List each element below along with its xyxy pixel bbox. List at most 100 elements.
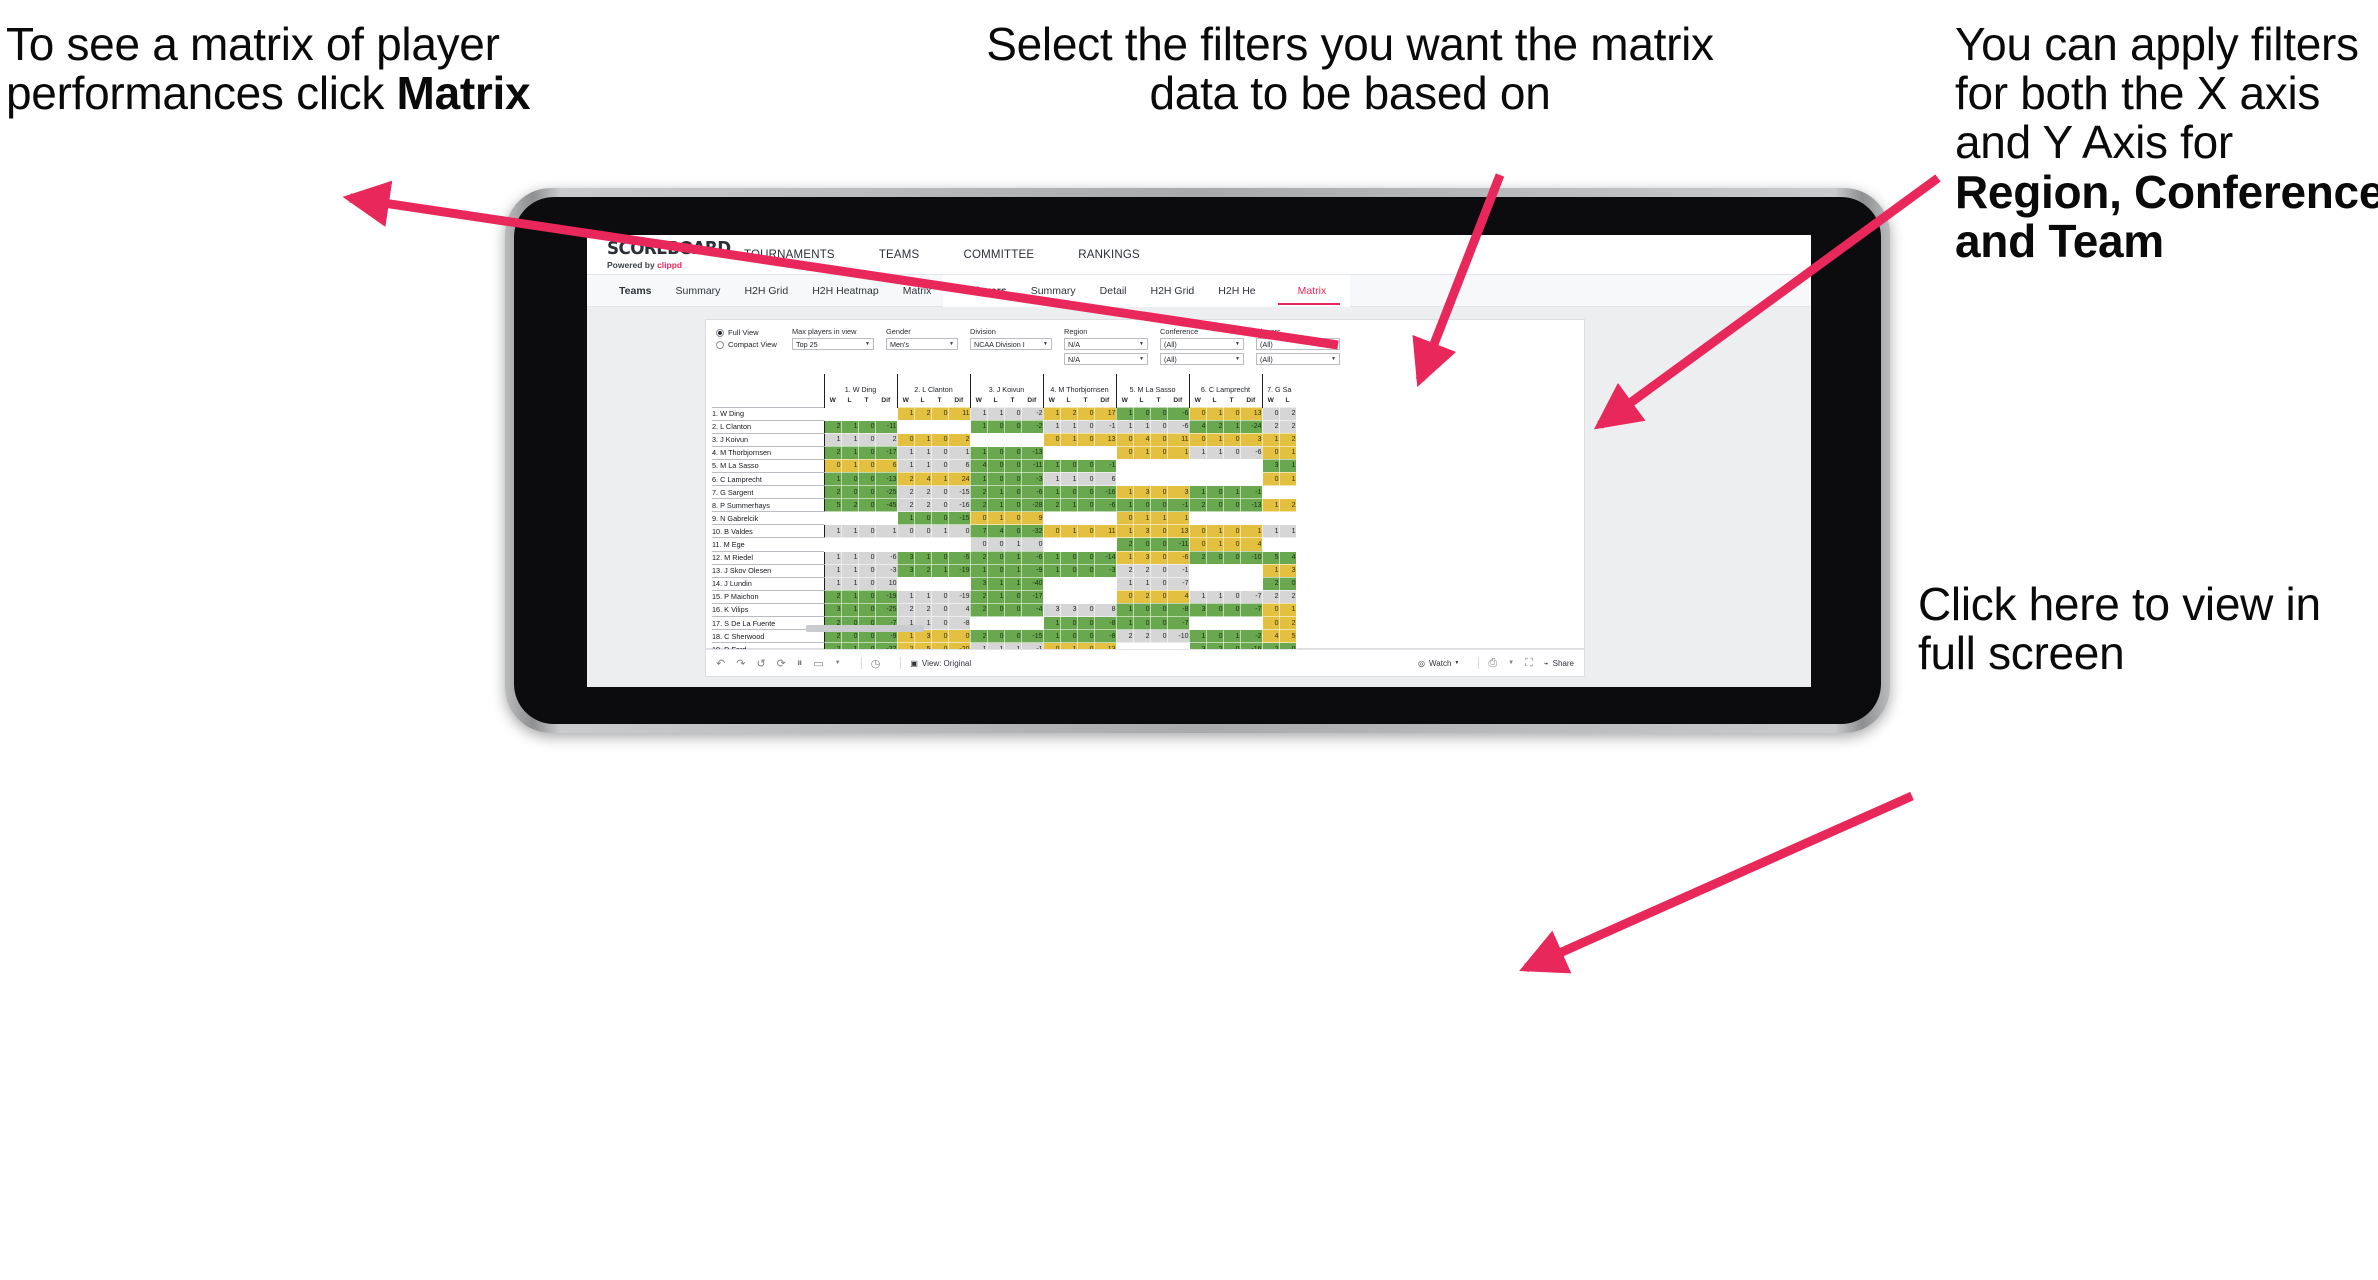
- matrix-cell[interactable]: 0: [1076, 406, 1095, 421]
- matrix-cell[interactable]: 0: [1076, 419, 1095, 434]
- matrix-cell[interactable]: 1: [823, 524, 842, 539]
- matrix-cell[interactable]: [1205, 458, 1224, 473]
- matrix-cell[interactable]: [1115, 471, 1134, 487]
- matrix-row[interactable]: 17. S De La Fuente 2 0 0 -7 1 1 0 -8 1 0 0 -8 1 0 0 -7 0 2: [712, 615, 1297, 631]
- matrix-cell[interactable]: 1: [986, 511, 1005, 526]
- matrix-cell[interactable]: [947, 419, 971, 434]
- clock-history-icon[interactable]: ◷: [871, 657, 881, 670]
- matrix-cell[interactable]: 1: [1042, 406, 1061, 421]
- matrix-cell[interactable]: 1: [1003, 576, 1022, 591]
- tab-teams-summary[interactable]: Summary: [664, 275, 733, 307]
- matrix-cell[interactable]: 1: [896, 406, 915, 421]
- matrix-cell[interactable]: 1: [986, 576, 1005, 591]
- matrix-cell[interactable]: 1: [1205, 537, 1224, 552]
- matrix-cell[interactable]: 0: [1003, 471, 1022, 487]
- matrix-cell[interactable]: -24: [1239, 419, 1263, 434]
- undo-icon[interactable]: ↶: [716, 657, 725, 670]
- matrix-cell[interactable]: 0: [1149, 445, 1168, 460]
- matrix-cell[interactable]: 0: [930, 615, 949, 631]
- matrix-cell[interactable]: 10: [874, 576, 898, 591]
- matrix-cell[interactable]: [823, 406, 842, 421]
- matrix-cell[interactable]: 0: [1020, 537, 1044, 552]
- matrix-cell[interactable]: [1295, 537, 1298, 552]
- matrix-cell[interactable]: 1: [840, 576, 859, 591]
- matrix-cell[interactable]: 0: [1003, 419, 1022, 434]
- matrix-cell[interactable]: 1: [969, 563, 988, 578]
- matrix-cell[interactable]: 0: [1115, 511, 1134, 526]
- matrix-cell[interactable]: 1: [913, 550, 932, 565]
- matrix-cell[interactable]: 0: [1222, 524, 1241, 539]
- watch-button[interactable]: ◎ Watch ▼: [1418, 659, 1459, 668]
- matrix-cell[interactable]: 1: [1059, 419, 1078, 434]
- matrix-cell[interactable]: 0: [1149, 550, 1168, 565]
- matrix-cell[interactable]: -40: [1020, 576, 1044, 591]
- matrix-cell[interactable]: [1188, 615, 1207, 631]
- matrix-cell[interactable]: 1: [840, 524, 859, 539]
- matrix-cell[interactable]: 0: [986, 537, 1005, 552]
- matrix-cell[interactable]: -9: [1020, 563, 1044, 578]
- matrix-cell[interactable]: 0: [896, 432, 915, 447]
- matrix-cell[interactable]: 4: [913, 471, 932, 487]
- dropdown-gender[interactable]: Men's ▼: [886, 338, 958, 350]
- matrix-cell[interactable]: 0: [1042, 432, 1061, 447]
- matrix-cell[interactable]: 2: [1115, 537, 1134, 552]
- matrix-cell[interactable]: -3: [874, 563, 898, 578]
- matrix-cell[interactable]: 2: [896, 498, 915, 513]
- matrix-cell[interactable]: [1042, 511, 1061, 526]
- matrix-cell[interactable]: 0: [857, 550, 876, 565]
- matrix-cell[interactable]: -3: [1093, 563, 1117, 578]
- matrix-cell[interactable]: 0: [1205, 485, 1224, 500]
- matrix-cell[interactable]: [1132, 458, 1151, 473]
- view-original-button[interactable]: ▣ View: Original: [910, 659, 971, 668]
- matrix-cell[interactable]: 2: [823, 589, 842, 604]
- matrix-cell[interactable]: 0: [1003, 498, 1022, 513]
- matrix-cell[interactable]: -19: [947, 589, 971, 604]
- matrix-cell[interactable]: 1: [823, 563, 842, 578]
- matrix-cell[interactable]: [874, 537, 898, 552]
- matrix-cell[interactable]: 1: [1149, 511, 1168, 526]
- tab-teams-h2h-grid[interactable]: H2H Grid: [732, 275, 800, 307]
- matrix-cell[interactable]: 0: [1003, 485, 1022, 500]
- matrix-cell[interactable]: [1205, 563, 1224, 578]
- matrix-cell[interactable]: 1: [840, 589, 859, 604]
- matrix-cell[interactable]: -32: [1020, 524, 1044, 539]
- matrix-cell[interactable]: [896, 537, 915, 552]
- matrix-cell[interactable]: 2: [1278, 432, 1297, 447]
- matrix-cell[interactable]: 0: [1115, 589, 1134, 604]
- matrix-cell[interactable]: [1222, 576, 1241, 591]
- matrix-cell[interactable]: [930, 537, 949, 552]
- horizontal-scrollbar-thumb[interactable]: [806, 625, 924, 632]
- matrix-cell[interactable]: [1042, 589, 1061, 604]
- matrix-cell[interactable]: 1: [1132, 445, 1151, 460]
- matrix-cell[interactable]: [1239, 511, 1263, 526]
- matrix-cell[interactable]: 3: [1132, 550, 1151, 565]
- matrix-cell[interactable]: 1: [913, 445, 932, 460]
- matrix-cell[interactable]: 2: [1261, 589, 1280, 604]
- matrix-cell[interactable]: 1: [1059, 498, 1078, 513]
- matrix-cell[interactable]: 4: [1132, 432, 1151, 447]
- matrix-cell[interactable]: -15: [947, 511, 971, 526]
- matrix-cell[interactable]: 0: [930, 485, 949, 500]
- matrix-cell[interactable]: 3: [1132, 524, 1151, 539]
- matrix-row[interactable]: 4. M Thorbjornsen 2 1 0 -17 1 1 0 1 1 0 0 -13 0 1 0 1 1 1 0…: [712, 445, 1297, 460]
- matrix-cell[interactable]: 1: [1239, 524, 1263, 539]
- matrix-cell[interactable]: 11: [947, 406, 971, 421]
- tab-teams-matrix[interactable]: Matrix: [891, 275, 944, 307]
- matrix-cell[interactable]: 0: [930, 498, 949, 513]
- matrix-cell[interactable]: 3: [1059, 602, 1078, 618]
- matrix-cell[interactable]: [1003, 432, 1022, 447]
- matrix-cell[interactable]: [930, 419, 949, 434]
- matrix-cell[interactable]: 4: [1278, 550, 1297, 565]
- matrix-cell[interactable]: 2: [1042, 498, 1061, 513]
- matrix-cell[interactable]: [1059, 576, 1078, 591]
- matrix-cell[interactable]: [1205, 471, 1224, 487]
- matrix-cell[interactable]: 1: [1278, 458, 1297, 473]
- matrix-cell[interactable]: 0: [1222, 445, 1241, 460]
- matrix-cell[interactable]: 0: [1132, 615, 1151, 631]
- matrix-cell[interactable]: 0: [1149, 406, 1168, 421]
- matrix-cell[interactable]: 4: [1188, 419, 1207, 434]
- matrix-cell[interactable]: 0: [840, 471, 859, 487]
- matrix-cell[interactable]: 3: [1042, 602, 1061, 618]
- matrix-cell[interactable]: 0: [1003, 458, 1022, 473]
- matrix-cell[interactable]: 1: [874, 524, 898, 539]
